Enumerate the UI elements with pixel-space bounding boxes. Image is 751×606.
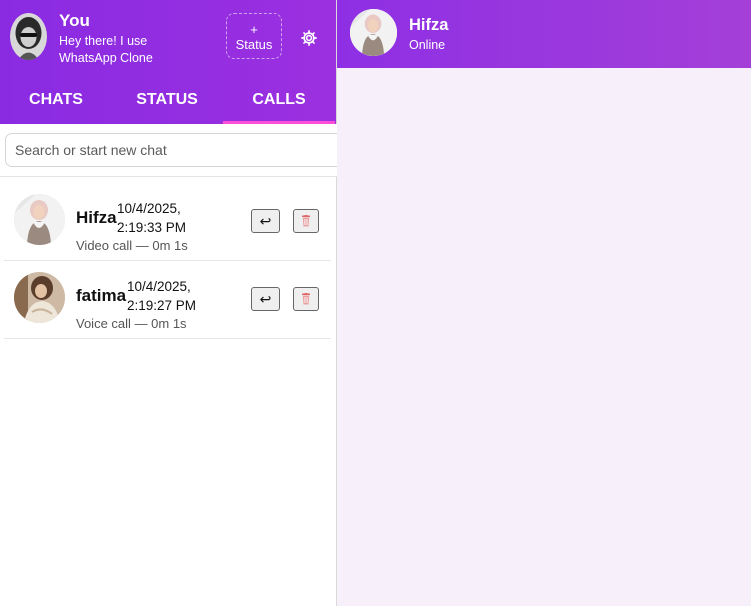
chat-header: Hifza Online <box>337 0 751 68</box>
redial-arrow-icon: ↩ <box>259 290 272 307</box>
call-date: 10/4/2025, <box>117 201 181 216</box>
trash-icon <box>302 293 310 305</box>
sidebar-header: You Hey there! I use WhatsApp Clone + St… <box>0 0 336 124</box>
profile-status: Hey there! I use WhatsApp Clone <box>59 34 153 65</box>
tab-bar: CHATS STATUS CALLS <box>0 78 336 124</box>
call-time: 2:19:27 PM <box>127 298 197 313</box>
profile-name: You <box>59 11 90 30</box>
delete-call-button[interactable] <box>293 287 319 311</box>
chat-panel: Hifza Online <box>337 0 751 606</box>
call-timestamp: 10/4/2025, 2:19:33 PM <box>117 199 197 237</box>
search-bar <box>0 124 350 177</box>
call-list-item[interactable]: Hifza 10/4/2025, 2:19:33 PM Video call —… <box>4 183 331 261</box>
contact-avatar <box>14 272 65 323</box>
contact-name: Hifza <box>76 208 117 227</box>
contact-name: fatima <box>76 286 127 305</box>
redial-button[interactable]: ↩ <box>251 209 280 233</box>
tab-status[interactable]: STATUS <box>111 78 223 124</box>
tab-chats[interactable]: CHATS <box>0 78 112 124</box>
call-detail: Voice call — 0m 1s <box>76 316 187 331</box>
add-status-button[interactable]: + Status <box>226 13 282 59</box>
call-timestamp: 10/4/2025, 2:19:27 PM <box>127 277 207 315</box>
call-date: 10/4/2025, <box>127 279 191 294</box>
redial-button[interactable]: ↩ <box>251 287 280 311</box>
gear-icon[interactable] <box>300 29 318 47</box>
sidebar: You Hey there! I use WhatsApp Clone + St… <box>0 0 350 606</box>
trash-icon <box>302 215 310 227</box>
call-detail: Video call — 0m 1s <box>76 238 188 253</box>
add-status-label: + Status <box>235 22 273 52</box>
contact-avatar <box>14 194 65 245</box>
chat-contact-status: Online <box>409 38 446 52</box>
chat-contact-name: Hifza <box>409 16 449 34</box>
delete-call-button[interactable] <box>293 209 319 233</box>
call-time: 2:19:33 PM <box>117 220 187 235</box>
profile-avatar[interactable] <box>10 13 47 60</box>
tab-calls[interactable]: CALLS <box>223 78 335 124</box>
chat-contact-avatar[interactable] <box>350 9 397 56</box>
search-input[interactable] <box>5 133 350 167</box>
redial-arrow-icon: ↩ <box>259 212 272 229</box>
call-list-item[interactable]: fatima 10/4/2025, 2:19:27 PM Voice call … <box>4 261 331 339</box>
